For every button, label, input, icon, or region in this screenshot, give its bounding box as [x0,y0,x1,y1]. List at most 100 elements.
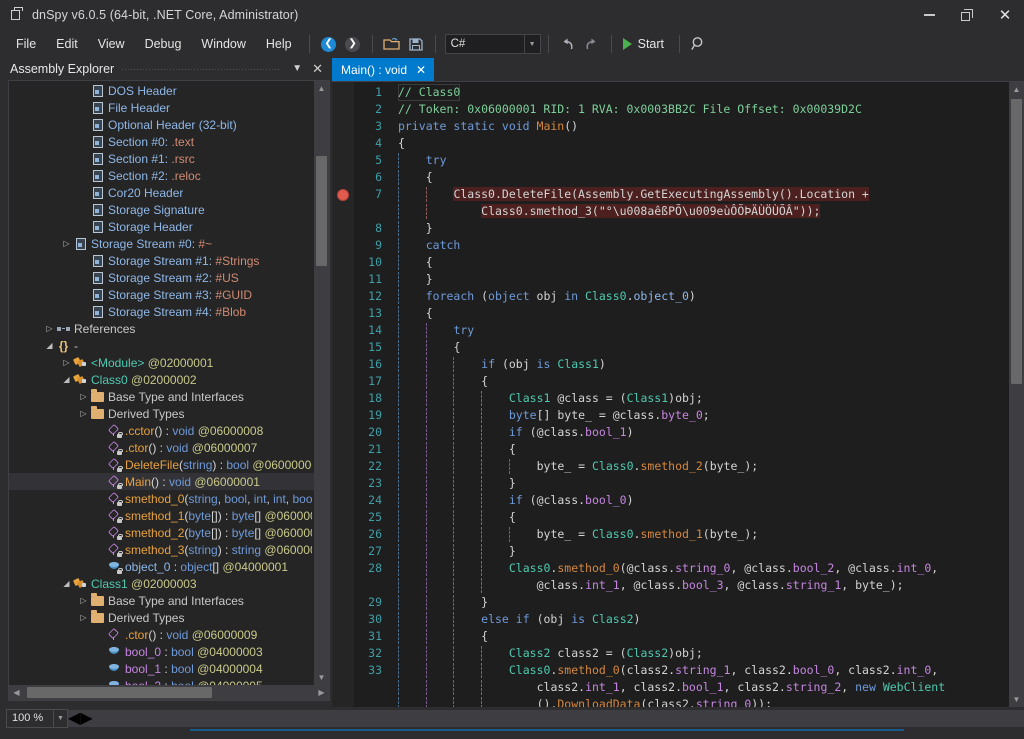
expander-expand-icon[interactable]: ▷ [60,239,73,248]
tree-item[interactable]: Section #2: .reloc [9,167,314,184]
tree-item[interactable]: ▷ <Module> @02000001 [9,354,314,371]
start-debug-button[interactable]: Start [619,35,672,53]
breakpoint-marker[interactable] [337,189,349,201]
code-line[interactable]: 27} [332,543,1009,560]
save-module-button[interactable] [404,33,428,55]
assembly-tree[interactable]: DOS Header File Header Optional Header (32… [9,81,314,685]
tree-item[interactable]: ▷ Base Type and Interfaces [9,592,314,609]
tree-item[interactable]: Storage Header [9,218,314,235]
menu-item-debug[interactable]: Debug [135,33,192,55]
expander-expand-icon[interactable]: ▷ [43,324,56,333]
menu-item-file[interactable]: File [6,33,46,55]
tree-item[interactable]: smethod_1(byte[]) : byte[] @0600000 [9,507,314,524]
tree-item[interactable]: Storage Stream #2: #US [9,269,314,286]
tree-vertical-scrollbar[interactable]: ▲ ▼ [314,81,329,685]
tree-scroll-left-button[interactable]: ◀ [9,685,24,700]
editor-scroll-up-button[interactable]: ▲ [1009,82,1024,97]
code-line[interactable]: 25 { [332,509,1009,526]
tree-item[interactable]: smethod_0(string, bool, int, int, bool, [9,490,314,507]
expander-expand-icon[interactable]: ▷ [77,392,90,401]
tree-horizontal-scrollbar[interactable]: ◀ ▶ [9,685,329,700]
tree-item[interactable]: ▷ Base Type and Interfaces [9,388,314,405]
code-line[interactable]: 24 if (@class.bool_0) [332,492,1009,509]
code-line[interactable]: 18 Class1 @class = (Class1)obj; [332,390,1009,407]
tree-item[interactable]: ◢ Class0 @02000002 [9,371,314,388]
code-line[interactable]: 4{ [332,135,1009,152]
expander-collapse-icon[interactable]: ◢ [43,341,56,350]
language-combo[interactable]: C# ▼ [444,34,541,54]
tree-item[interactable]: .cctor() : void @06000008 [9,422,314,439]
code-line[interactable]: 2 // Token: 0x06000001 RID: 1 RVA: 0x0003… [332,101,1009,118]
code-line[interactable]: 19 byte[] byte_ = @class.byte_0; [332,407,1009,424]
tree-hscroll-track[interactable] [24,685,314,700]
tree-item[interactable]: .ctor() : void @06000009 [9,626,314,643]
tree-item[interactable]: bool_1 : bool @04000004 [9,660,314,677]
menu-item-view[interactable]: View [88,33,135,55]
tree-item[interactable]: ◢ Class1 @02000003 [9,575,314,592]
close-button[interactable]: ✕ [986,0,1024,30]
menu-item-edit[interactable]: Edit [46,33,88,55]
minimize-button[interactable] [910,0,948,30]
code-line[interactable]: 13 { [332,305,1009,322]
tree-item[interactable]: Storage Stream #4: #Blob [9,303,314,320]
tree-item[interactable]: ▷ Storage Stream #0: #~ [9,235,314,252]
expander-expand-icon[interactable]: ▷ [77,613,90,622]
panel-menu-button[interactable]: ▼ [287,60,307,78]
tree-item[interactable]: File Header [9,99,314,116]
tree-item[interactable]: Main() : void @06000001 [9,473,314,490]
tree-item[interactable]: DOS Header [9,82,314,99]
tree-item[interactable]: Storage Stream #1: #Strings [9,252,314,269]
code-line[interactable]: 9 catch [332,237,1009,254]
tree-item[interactable]: .ctor() : void @06000007 [9,439,314,456]
editor-horizontal-scrollbar[interactable]: ◀ ▶ [68,708,1024,728]
code-line[interactable]: 8} [332,220,1009,237]
code-line[interactable]: 33 Class0.smethod_0(class2.string_1, clas… [332,662,1009,707]
tree-item[interactable]: Storage Signature [9,201,314,218]
redo-button[interactable] [580,33,604,55]
maximize-button[interactable] [948,0,986,30]
tree-item[interactable]: Section #0: .text [9,133,314,150]
code-line[interactable]: 5 try [332,152,1009,169]
zoom-combo[interactable]: 100 % ▼ [6,708,68,728]
tree-hscroll-thumb[interactable] [27,687,212,698]
open-file-button[interactable] [380,33,404,55]
editor-scroll-track[interactable] [1009,97,1024,692]
search-button[interactable] [687,33,711,55]
code-line[interactable]: 15 { [332,339,1009,356]
tree-scroll-thumb[interactable] [316,156,327,266]
tree-item[interactable]: Storage Stream #3: #GUID [9,286,314,303]
code-line[interactable]: 20 if (@class.bool_1) [332,424,1009,441]
code-line[interactable]: 14 try [332,322,1009,339]
editor-vertical-scrollbar[interactable]: ▲ ▼ [1009,82,1024,707]
tree-item[interactable]: object_0 : object[] @04000001 [9,558,314,575]
editor-scroll-down-button[interactable]: ▼ [1009,692,1024,707]
code-line[interactable]: 17 { [332,373,1009,390]
expander-collapse-icon[interactable]: ◢ [60,375,73,384]
code-line[interactable]: 6{ [332,169,1009,186]
tree-scroll-track[interactable] [314,96,329,670]
tree-item[interactable]: smethod_2(byte[]) : byte[] @0600000 [9,524,314,541]
code-lines[interactable]: 1 // Class0 2 // Token: 0x06000001 RID: 1 R… [332,82,1009,707]
code-line[interactable]: 11} [332,271,1009,288]
expander-expand-icon[interactable]: ▷ [60,358,73,367]
navigate-back-button[interactable]: ❮ [317,33,341,55]
code-line[interactable]: 26 byte_ = Class0.smethod_1(byte_); [332,526,1009,543]
tree-item[interactable]: bool_2 : bool @04000005 [9,677,314,685]
code-line[interactable]: 32 Class2 class2 = (Class2)obj; [332,645,1009,662]
tree-scroll-up-button[interactable]: ▲ [314,81,329,96]
code-line[interactable]: 12 foreach (object obj in Class0.object_0… [332,288,1009,305]
menu-item-window[interactable]: Window [191,33,255,55]
tree-item[interactable]: Cor20 Header [9,184,314,201]
code-area[interactable]: 1 // Class0 2 // Token: 0x06000001 RID: 1 R… [332,82,1009,707]
code-line[interactable]: 31 { [332,628,1009,645]
code-line[interactable]: 10 { [332,254,1009,271]
tree-item[interactable]: ▷ Derived Types [9,405,314,422]
tree-item[interactable]: Section #1: .rsrc [9,150,314,167]
expander-expand-icon[interactable]: ▷ [77,596,90,605]
editor-scroll-thumb[interactable] [1011,99,1022,384]
tree-scroll-down-button[interactable]: ▼ [314,670,329,685]
code-line[interactable]: 22 byte_ = Class0.smethod_2(byte_); [332,458,1009,475]
tree-item[interactable]: smethod_3(string) : string @06000005 [9,541,314,558]
editor-hscroll-right-button[interactable]: ▶ [80,708,92,728]
code-line[interactable]: 1 // Class0 [332,84,1009,101]
